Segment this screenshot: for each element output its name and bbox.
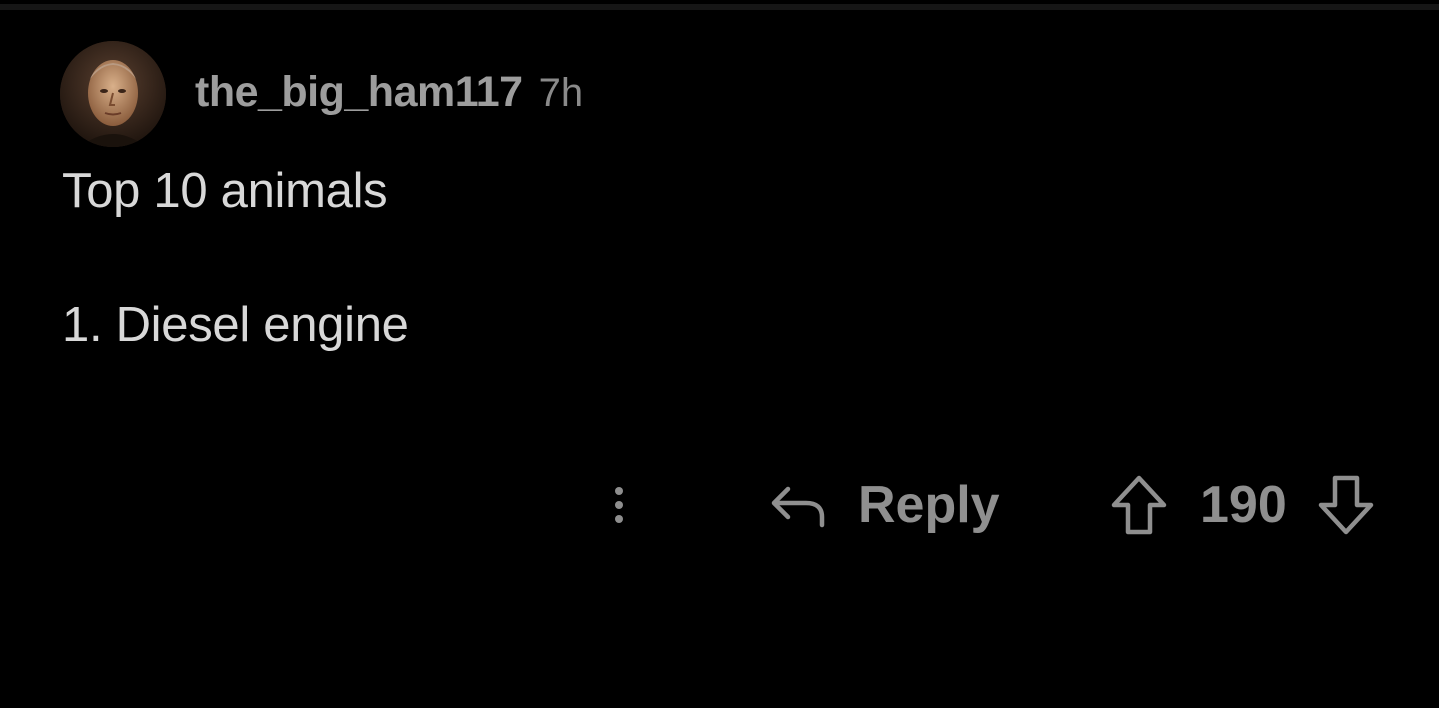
username-link[interactable]: the_big_ham117 <box>195 68 523 117</box>
vote-controls: 190 <box>1108 470 1377 540</box>
reply-label: Reply <box>858 476 1000 534</box>
vertical-ellipsis-icon <box>615 501 623 509</box>
more-options-button[interactable] <box>598 475 640 535</box>
vertical-ellipsis-icon <box>615 515 623 523</box>
comment-meta: the_big_ham117 7h <box>195 68 583 120</box>
reply-arrow-icon <box>771 486 825 528</box>
upvote-arrow-icon[interactable] <box>1108 472 1170 538</box>
vote-score: 190 <box>1200 476 1287 534</box>
comment-body-line: Top 10 animals <box>62 164 388 218</box>
avatar-portrait-icon <box>60 41 166 147</box>
user-avatar[interactable] <box>60 41 166 147</box>
comment: the_big_ham117 7h Top 10 animals 1. Dies… <box>0 0 1439 708</box>
downvote-arrow-icon[interactable] <box>1315 472 1377 538</box>
reply-button[interactable]: Reply <box>768 470 1000 540</box>
vertical-ellipsis-icon <box>615 487 623 495</box>
timestamp: 7h <box>538 71 584 115</box>
comment-body-line: 1. Diesel engine <box>62 298 409 352</box>
